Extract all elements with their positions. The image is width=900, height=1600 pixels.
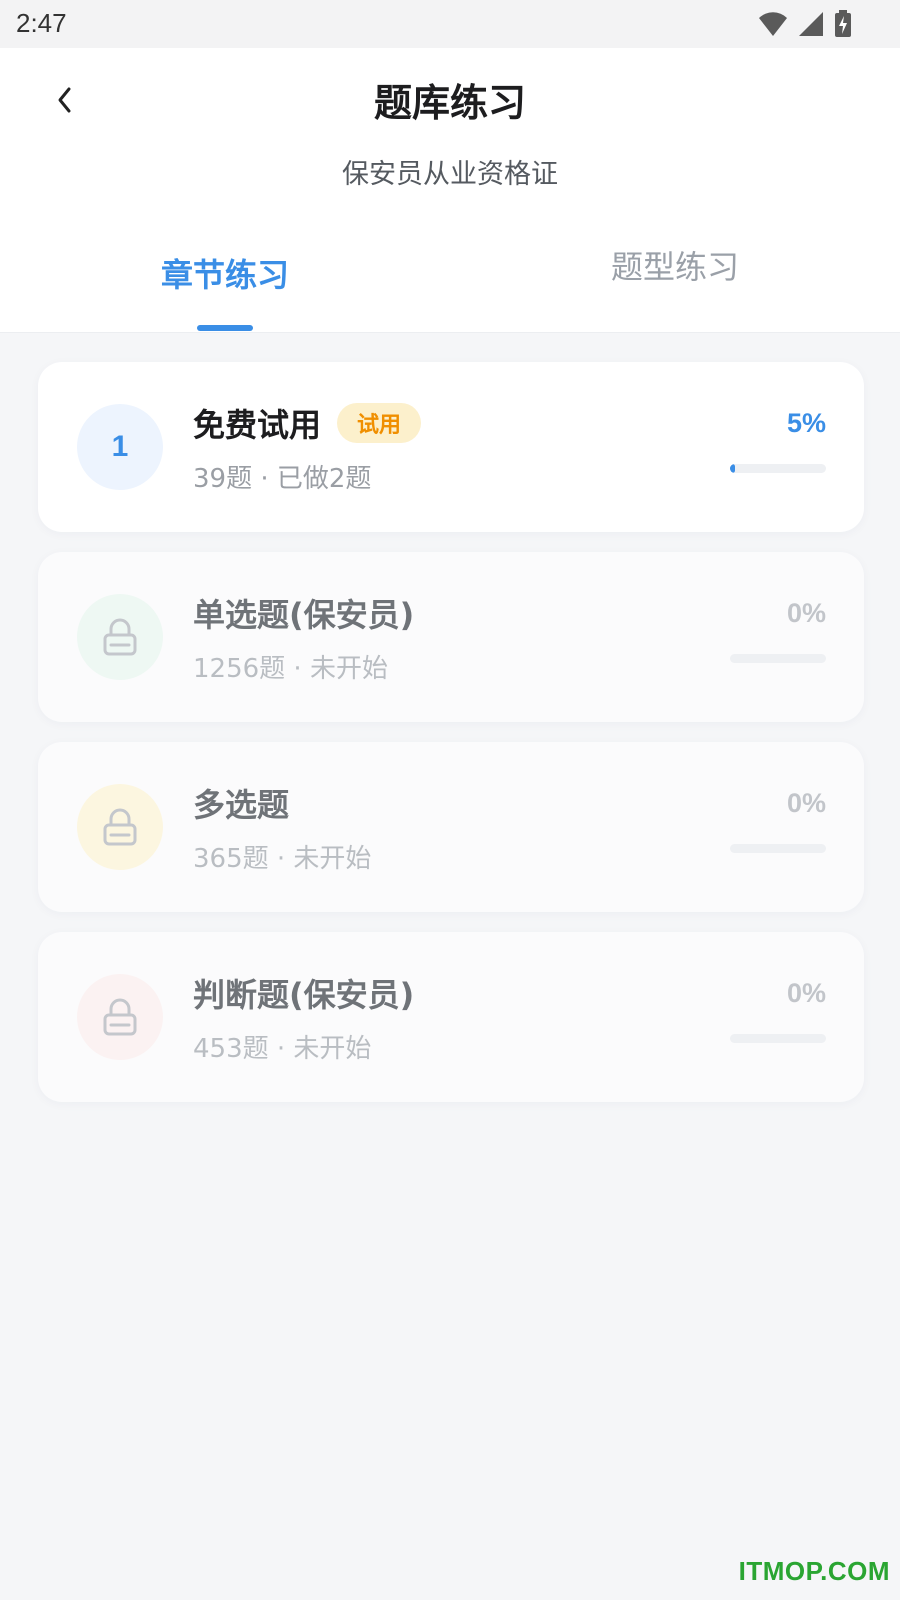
chapter-percent: 0%	[786, 788, 826, 818]
chapter-meta: 365题 · 未开始	[193, 844, 372, 874]
chapter-lock-circle	[77, 594, 163, 680]
signal-icon	[799, 12, 823, 36]
lock-icon	[103, 998, 137, 1036]
chapter-title: 单选题(保安员)	[193, 596, 415, 634]
page-subtitle: 保安员从业资格证	[342, 159, 558, 190]
chapter-lock-circle	[77, 784, 163, 870]
progress-bar	[730, 1034, 826, 1043]
page-title: 题库练习	[373, 81, 526, 125]
header: 题库练习 保安员从业资格证	[0, 48, 900, 215]
chapter-card-true-false[interactable]: 判断题(保安员) 453题 · 未开始 0%	[38, 932, 864, 1102]
chapter-title: 判断题(保安员)	[193, 976, 415, 1014]
chapter-meta: 453题 · 未开始	[193, 1034, 372, 1064]
chapter-lock-circle	[77, 974, 163, 1060]
chapter-card-single-choice[interactable]: 单选题(保安员) 1256题 · 未开始 0%	[38, 552, 864, 722]
battery-charging-icon	[835, 10, 851, 37]
chapter-percent: 5%	[786, 408, 826, 438]
chapter-title-row: 免费试用 试用	[193, 400, 422, 446]
chapter-percent: 0%	[786, 978, 826, 1008]
lock-icon	[103, 808, 137, 846]
tab-chapter-practice[interactable]: 章节练习	[0, 214, 450, 332]
progress-fill	[730, 464, 735, 473]
chapter-percent: 0%	[786, 598, 826, 628]
chapter-title: 多选题	[193, 786, 290, 824]
progress-bar	[730, 844, 826, 853]
trial-badge: 试用	[337, 403, 422, 443]
chapter-meta: 39题 · 已做2题	[193, 464, 372, 494]
lock-icon	[103, 618, 137, 656]
chapter-number: 1	[111, 430, 129, 463]
active-tab-indicator	[197, 325, 253, 331]
tab-question-type-practice-label: 题型练习	[610, 248, 739, 286]
chapter-title-row: 判断题(保安员)	[193, 970, 414, 1016]
progress-bar	[730, 464, 826, 473]
chapter-number-circle: 1	[77, 404, 163, 490]
status-bar: 2:47	[0, 0, 900, 48]
chapter-meta: 1256题 · 未开始	[193, 654, 388, 684]
tab-chapter-practice-label: 章节练习	[160, 256, 289, 294]
chapter-title-row: 单选题(保安员)	[193, 590, 414, 636]
watermark: ITMOP.COM	[738, 1556, 890, 1586]
status-icons	[758, 10, 852, 38]
wifi-icon	[759, 12, 787, 37]
chapter-title: 免费试用	[193, 406, 322, 444]
tab-question-type-practice[interactable]: 题型练习	[450, 214, 900, 332]
chapter-card-multiple-choice[interactable]: 多选题 365题 · 未开始 0%	[38, 742, 864, 912]
chapter-title-row: 多选题	[193, 780, 289, 826]
chapter-card-free-trial[interactable]: 1 免费试用 试用 39题 · 已做2题 5%	[38, 362, 864, 532]
status-time: 2:47	[16, 8, 67, 38]
tab-bar: 章节练习 题型练习	[0, 214, 900, 333]
progress-bar	[730, 654, 826, 663]
